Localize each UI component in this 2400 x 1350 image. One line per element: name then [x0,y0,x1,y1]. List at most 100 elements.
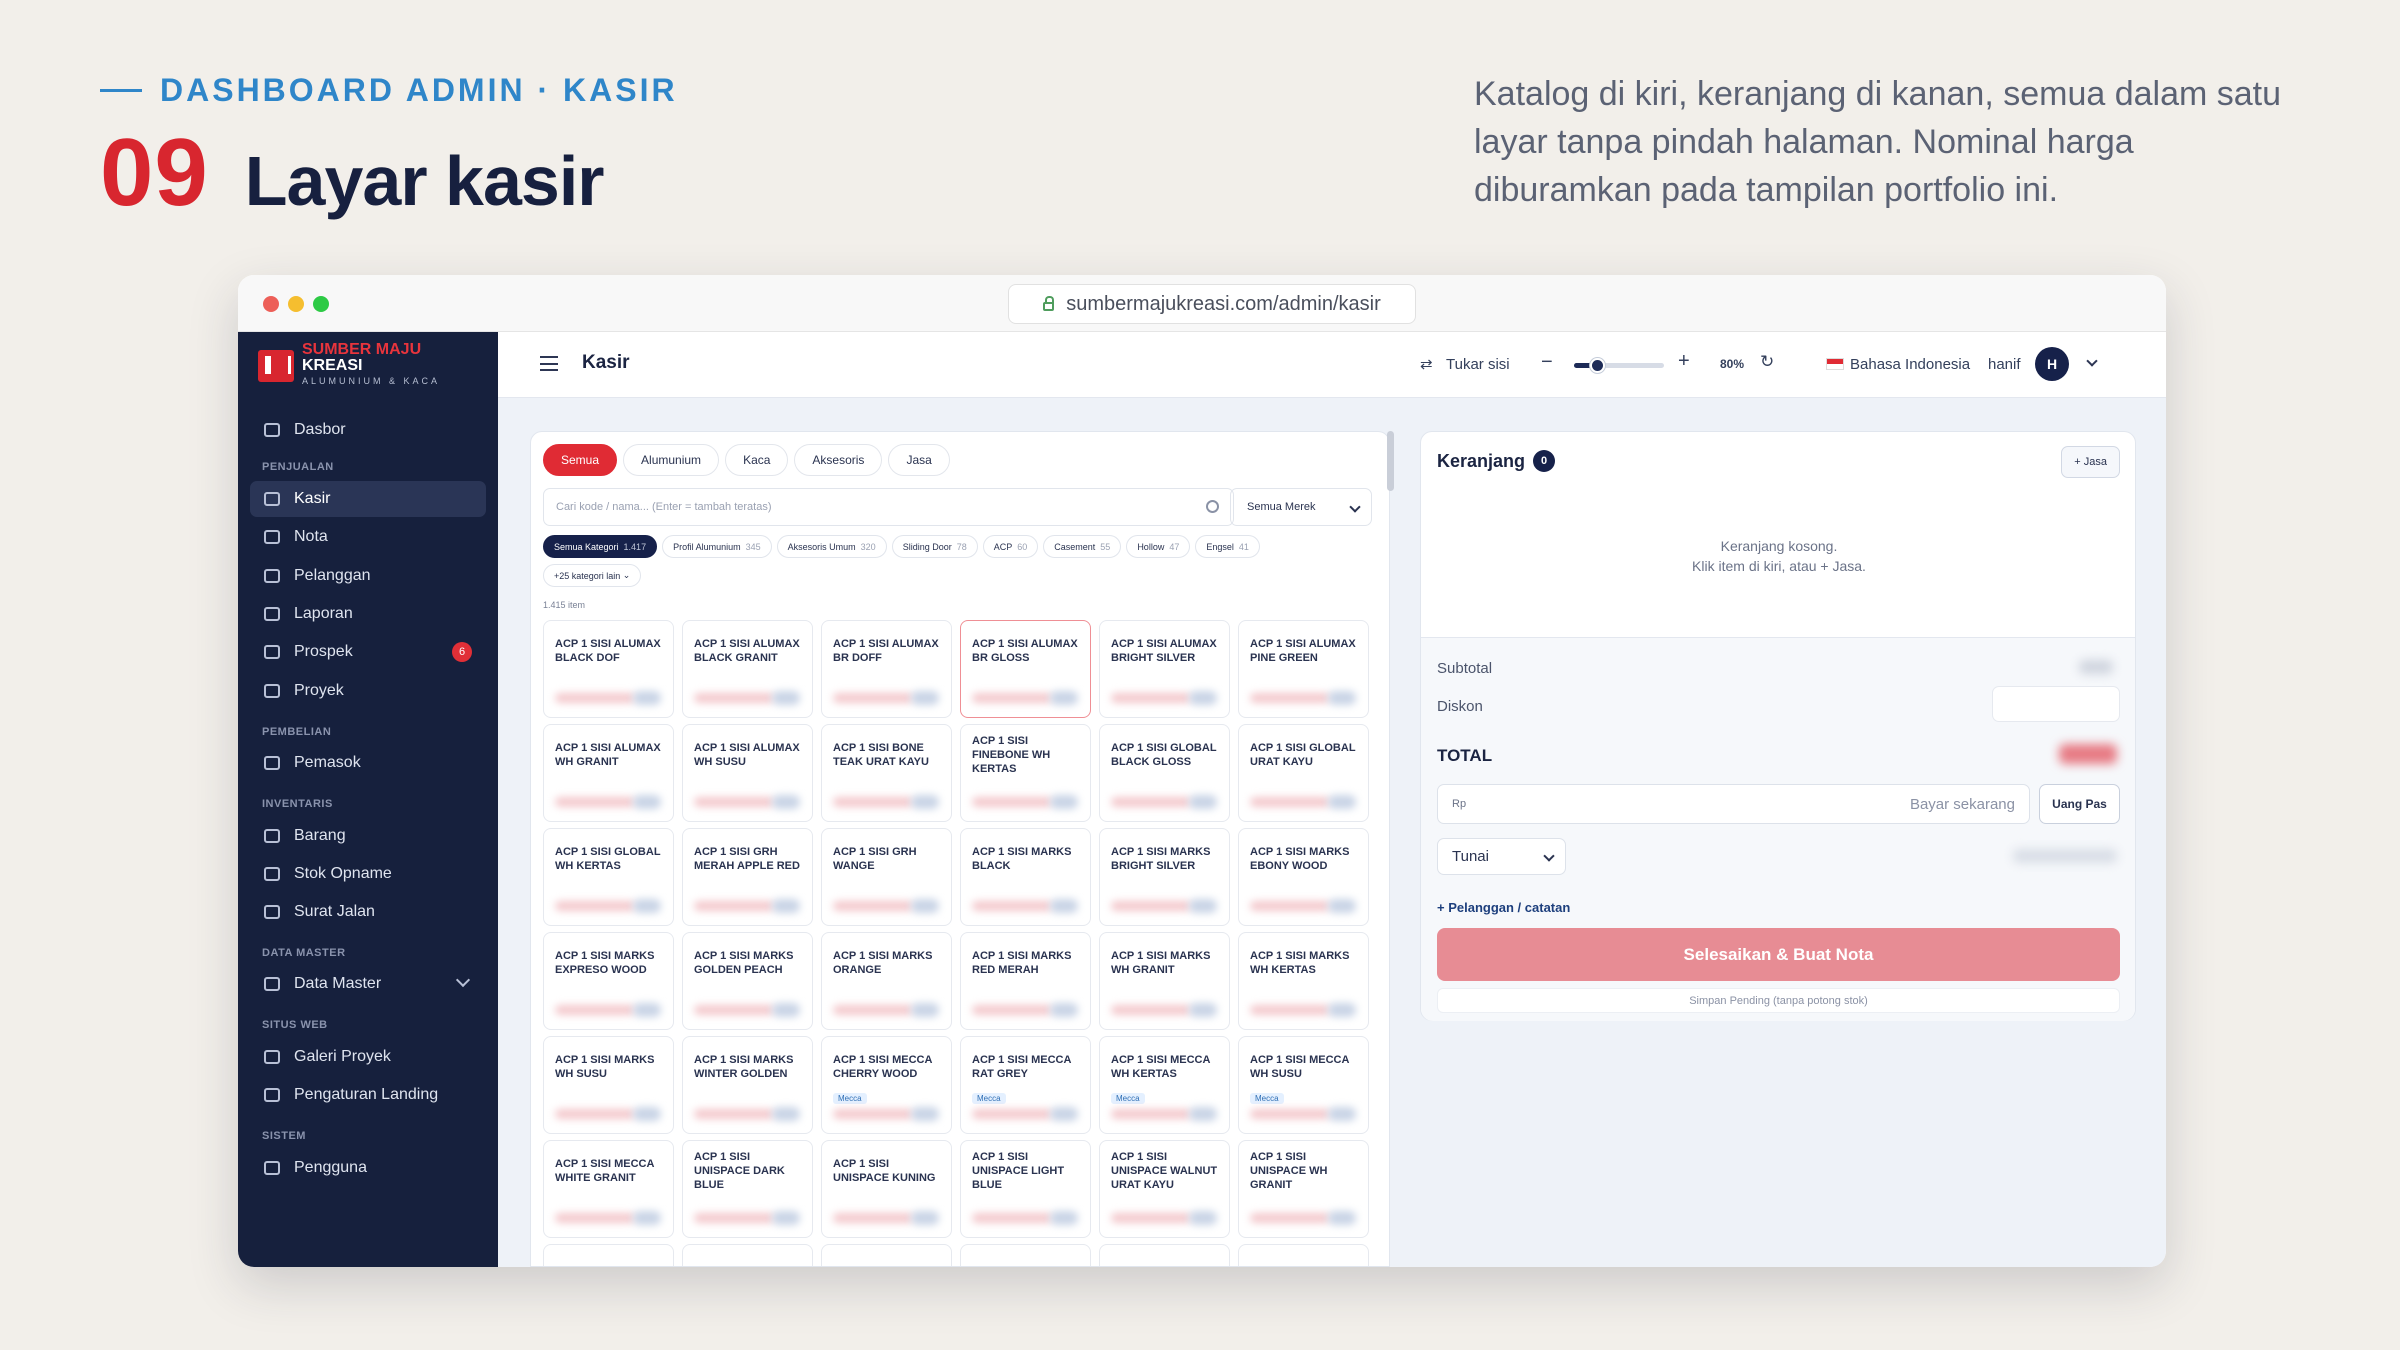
category-chip[interactable]: Hollow 47 [1126,535,1191,558]
finish-invoice-button[interactable]: Selesaikan & Buat Nota [1437,928,2120,981]
product-card[interactable]: ACP 2 SISI ALUMAX [960,1244,1091,1266]
product-card[interactable]: ACP 1 SISI GLOBAL URAT KAYU [1238,724,1369,822]
product-card[interactable]: ACP 1 SISI UNISPACE KUNING [821,1140,952,1238]
product-card[interactable]: ACP 1 SISI MARKS EXPRESO WOOD [543,932,674,1030]
product-card[interactable]: ACP 1 SISI MARKS BLACK [960,828,1091,926]
sidebar-item-nota[interactable]: Nota [250,519,486,555]
sidebar-item-pengaturan-landing[interactable]: Pengaturan Landing [250,1077,486,1113]
exact-amount-button[interactable]: Uang Pas [2039,784,2120,824]
product-card[interactable]: ACP 2 SISI ALUMAX [1238,1244,1369,1266]
product-card[interactable]: ACP 1 SISI ALUMAX BRIGHT SILVER [1099,620,1230,718]
minimize-dot[interactable] [288,296,304,312]
product-card[interactable]: ACP 1 SISI MECCA CHERRY WOOD Mecca [821,1036,952,1134]
address-bar[interactable]: sumbermajukreasi.com/admin/kasir [1008,284,1416,324]
product-card[interactable]: ACP 1 SISI MARKS WH GRANIT [1099,932,1230,1030]
product-card[interactable]: ACP 1 SISI ALUMAX BR DOFF [821,620,952,718]
add-service-button[interactable]: + Jasa [2061,446,2120,478]
zoom-slider-handle[interactable] [1589,358,1605,373]
discount-input[interactable] [1992,686,2120,722]
sidebar-item-laporan[interactable]: Laporan [250,596,486,632]
tab-kaca[interactable]: Kaca [725,444,789,476]
sidebar-item-data-master[interactable]: Data Master [250,966,486,1002]
close-dot[interactable] [263,296,279,312]
product-card[interactable]: ACP 2 SISI ALUMAX [682,1244,813,1266]
catalog-scrollbar[interactable] [1387,431,1394,491]
product-card[interactable]: ACP 2 SISI ALUMAX [1099,1244,1230,1266]
product-card[interactable]: ACP 1 SISI MARKS GOLDEN PEACH [682,932,813,1030]
category-chip[interactable]: ACP 60 [982,535,1039,558]
search-input[interactable]: Cari kode / nama... (Enter = tambah tera… [543,488,1234,526]
reset-icon[interactable]: ↻ [1760,352,1774,372]
tab-alumunium[interactable]: Alumunium [623,444,720,476]
product-card[interactable]: ACP 1 SISI GRH WANGE [821,828,952,926]
sidebar-item-pemasok[interactable]: Pemasok [250,745,486,781]
product-card[interactable]: ACP 1 SISI ALUMAX PINE GREEN [1238,620,1369,718]
menu-icon[interactable] [540,356,558,371]
category-chip[interactable]: Casement 55 [1043,535,1122,558]
product-card[interactable]: ACP 1 SISI MECCA WH SUSU Mecca [1238,1036,1369,1134]
chevron-down-icon[interactable] [2086,355,2098,367]
payment-input[interactable]: Rp Bayar sekarang [1437,784,2030,824]
product-card[interactable]: ACP 1 SISI ALUMAX BR GLOSS [960,620,1091,718]
product-card[interactable]: ACP 1 SISI MECCA WHITE GRANIT [543,1140,674,1238]
product-card[interactable]: ACP 1 SISI FINEBONE WH KERTAS [960,724,1091,822]
product-card[interactable]: ACP 1 SISI GRH MERAH APPLE RED [682,828,813,926]
sidebar-item-proyek[interactable]: Proyek [250,673,486,709]
eyebrow-text: DASHBOARD ADMIN · KASIR [160,72,678,108]
product-card[interactable]: ACP 1 SISI UNISPACE WALNUT URAT KAYU [1099,1140,1230,1238]
category-chip[interactable]: Sliding Door 78 [891,535,978,558]
save-pending-button[interactable]: Simpan Pending (tanpa potong stok) [1437,988,2120,1013]
product-card[interactable]: ACP 1 SISI MARKS RED MERAH [960,932,1091,1030]
product-card[interactable]: ACP 1 SISI MARKS BRIGHT SILVER [1099,828,1230,926]
product-card[interactable]: ACP 2 SISI ALUMAX [543,1244,674,1266]
category-chip[interactable]: Engsel 41 [1195,535,1260,558]
sidebar-item-surat-jalan[interactable]: Surat Jalan [250,894,486,930]
product-card[interactable]: ACP 1 SISI MECCA RAT GREY Mecca [960,1036,1091,1134]
product-card[interactable]: ACP 1 SISI MARKS WH KERTAS [1238,932,1369,1030]
product-name: ACP 1 SISI UNISPACE KUNING [833,1150,940,1192]
payment-method-select[interactable]: Tunai [1437,838,1566,875]
sidebar-item-pelanggan[interactable]: Pelanggan [250,558,486,594]
category-chip[interactable]: Profil Alumunium 345 [662,535,772,558]
product-card[interactable]: ACP 1 SISI MARKS EBONY WOOD [1238,828,1369,926]
brand-filter-select[interactable]: Semua Merek [1230,488,1372,526]
product-card[interactable]: ACP 1 SISI MECCA WH KERTAS Mecca [1099,1036,1230,1134]
category-chip[interactable]: Aksesoris Umum 320 [776,535,887,558]
sidebar-item-barang[interactable]: Barang [250,818,486,854]
add-customer-link[interactable]: + Pelanggan / catatan [1437,900,1570,915]
avatar[interactable]: H [2035,347,2069,381]
product-card[interactable]: ACP 1 SISI GLOBAL WH KERTAS [543,828,674,926]
sidebar-item-pengguna[interactable]: Pengguna [250,1150,486,1186]
product-card[interactable]: ACP 1 SISI BONE TEAK URAT KAYU [821,724,952,822]
category-chip[interactable]: Semua Kategori 1.417 [543,535,658,558]
catalog-tabs: Semua Alumunium Kaca Aksesoris Jasa [543,444,950,476]
swap-sides-button[interactable]: Tukar sisi [1446,356,1510,373]
zoom-in-button[interactable]: + [1678,350,1690,373]
language-select[interactable]: Bahasa Indonesia [1850,356,1970,373]
product-card[interactable]: ACP 2 SISI ALUMAX [821,1244,952,1266]
product-card[interactable]: ACP 1 SISI UNISPACE WH GRANIT [1238,1140,1369,1238]
product-card[interactable]: ACP 1 SISI ALUMAX WH GRANIT [543,724,674,822]
tab-semua[interactable]: Semua [543,444,618,476]
sidebar-item-dasbor[interactable]: Dasbor [250,412,486,448]
product-card[interactable]: ACP 1 SISI ALUMAX WH SUSU [682,724,813,822]
product-card[interactable]: ACP 1 SISI MARKS WINTER GOLDEN [682,1036,813,1134]
product-card[interactable]: ACP 1 SISI ALUMAX BLACK DOF [543,620,674,718]
tab-aksesoris[interactable]: Aksesoris [794,444,883,476]
sidebar-item-stok-opname[interactable]: Stok Opname [250,856,486,892]
sidebar-item-kasir[interactable]: Kasir [250,481,486,517]
more-categories-button[interactable]: +25 kategori lain ⌄ [543,564,642,587]
product-card[interactable]: ACP 1 SISI UNISPACE LIGHT BLUE [960,1140,1091,1238]
zoom-slider[interactable] [1574,358,1664,373]
brand-logo[interactable]: SUMBER MAJU KREASI ALUMUNIUM & KACA [258,342,440,386]
product-card[interactable]: ACP 1 SISI ALUMAX BLACK GRANIT [682,620,813,718]
product-card[interactable]: ACP 1 SISI MARKS WH SUSU [543,1036,674,1134]
tab-jasa[interactable]: Jasa [888,444,950,476]
zoom-out-button[interactable]: − [1541,351,1553,374]
sidebar-item-prospek[interactable]: Prospek 6 [250,634,486,670]
product-card[interactable]: ACP 1 SISI GLOBAL BLACK GLOSS [1099,724,1230,822]
sidebar-item-galeri-proyek[interactable]: Galeri Proyek [250,1039,486,1075]
product-card[interactable]: ACP 1 SISI MARKS ORANGE [821,932,952,1030]
maximize-dot[interactable] [313,296,329,312]
product-card[interactable]: ACP 1 SISI UNISPACE DARK BLUE [682,1140,813,1238]
